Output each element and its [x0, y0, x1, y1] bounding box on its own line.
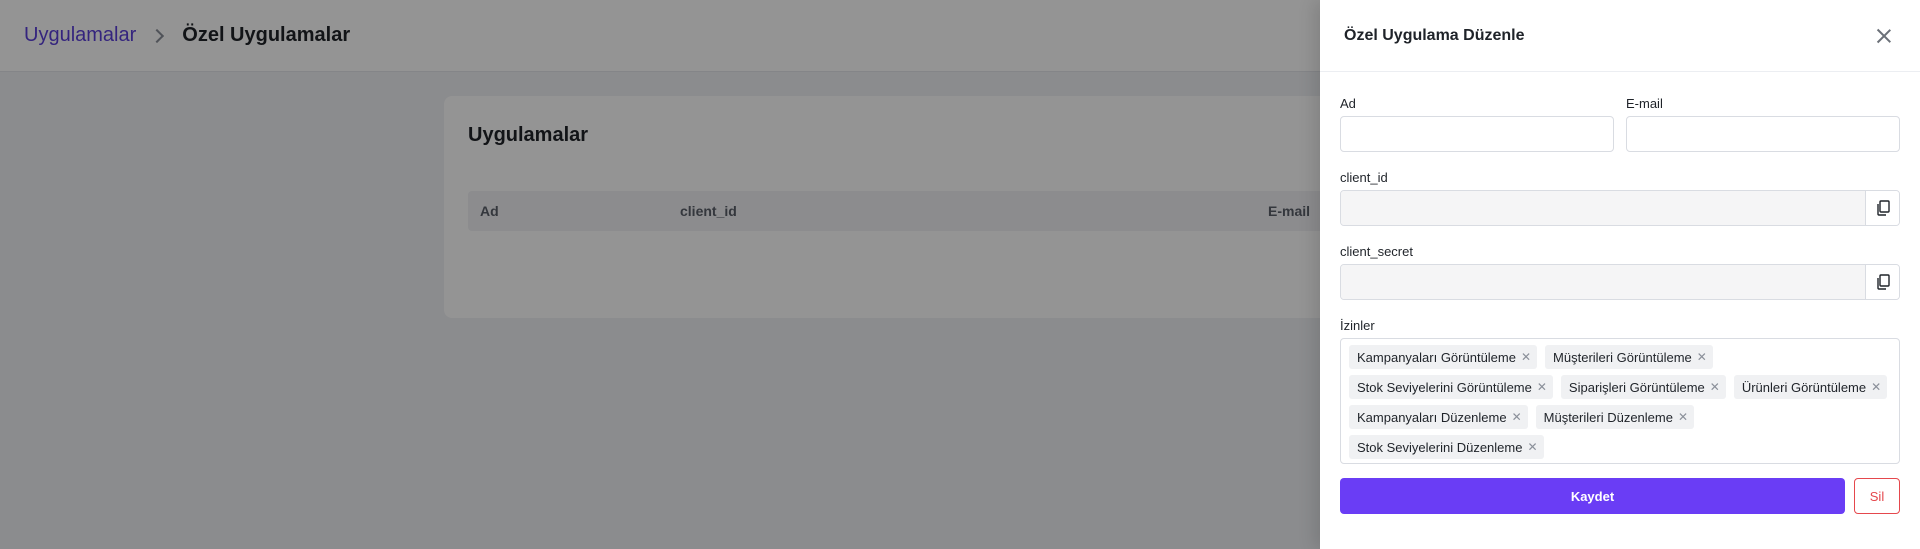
email-label: E-mail: [1626, 96, 1663, 111]
permission-tag-label: Müşterileri Düzenleme: [1543, 409, 1673, 425]
client-secret-input[interactable]: [1341, 265, 1865, 299]
copy-icon: [1876, 274, 1890, 290]
email-input[interactable]: [1626, 116, 1900, 152]
client-secret-field: [1340, 264, 1900, 300]
permission-tag-label: Müşterileri Görüntüleme: [1553, 349, 1692, 365]
copy-client-id-button[interactable]: [1865, 191, 1899, 225]
permission-tag: Kampanyaları Görüntüleme ✕: [1349, 345, 1538, 369]
permissions-group: İzinler Kampanyaları Görüntüleme ✕ Müşteri…: [1340, 318, 1900, 464]
client-id-label: client_id: [1340, 170, 1388, 185]
permissions-label: İzinler: [1340, 318, 1375, 333]
save-button[interactable]: Kaydet: [1340, 478, 1845, 514]
client-id-field: [1340, 190, 1900, 226]
remove-tag-icon[interactable]: ✕: [1521, 350, 1531, 364]
remove-tag-icon[interactable]: ✕: [1512, 410, 1522, 424]
delete-button[interactable]: Sil: [1854, 478, 1900, 514]
client-secret-group: client_secret: [1340, 244, 1900, 300]
copy-client-secret-button[interactable]: [1865, 265, 1899, 299]
client-id-group: client_id: [1340, 170, 1900, 226]
drawer-actions: Kaydet Sil: [1340, 478, 1900, 514]
remove-tag-icon[interactable]: ✕: [1678, 410, 1688, 424]
drawer-title: Özel Uygulama Düzenle: [1344, 26, 1525, 44]
remove-tag-icon[interactable]: ✕: [1527, 440, 1537, 454]
permission-tag-label: Ürünleri Görüntüleme: [1741, 379, 1867, 395]
copy-icon: [1876, 200, 1890, 216]
permission-tag: Müşterileri Görüntüleme ✕: [1545, 345, 1713, 369]
close-icon[interactable]: [1874, 26, 1894, 46]
client-secret-label: client_secret: [1340, 244, 1413, 259]
name-email-row: Ad E-mail: [1340, 96, 1900, 152]
edit-app-drawer: Özel Uygulama Düzenle Ad E-mail client_i…: [1320, 0, 1920, 549]
permission-tag-label: Stok Seviyelerini Düzenleme: [1357, 439, 1523, 455]
client-id-input[interactable]: [1341, 191, 1865, 225]
permission-tag: Ürünleri Görüntüleme ✕: [1733, 375, 1888, 399]
permission-tag: Müşterileri Düzenleme ✕: [1535, 405, 1695, 429]
permission-tag: Siparişleri Görüntüleme ✕: [1560, 375, 1726, 399]
permissions-multiselect[interactable]: Kampanyaları Görüntüleme ✕ Müşterileri Gör…: [1340, 338, 1900, 464]
permission-tag: Kampanyaları Düzenleme ✕: [1349, 405, 1528, 429]
name-input[interactable]: [1340, 116, 1614, 152]
permission-tag-label: Kampanyaları Düzenleme: [1357, 409, 1507, 425]
permission-tag: Stok Seviyelerini Düzenleme ✕: [1349, 435, 1544, 459]
permission-tag-label: Kampanyaları Görüntüleme: [1357, 349, 1516, 365]
email-field-group: E-mail: [1626, 96, 1900, 152]
remove-tag-icon[interactable]: ✕: [1710, 380, 1720, 394]
name-field-group: Ad: [1340, 96, 1614, 152]
remove-tag-icon[interactable]: ✕: [1871, 380, 1881, 394]
permission-tag: Stok Seviyelerini Görüntüleme ✕: [1349, 375, 1553, 399]
name-label: Ad: [1340, 96, 1356, 111]
remove-tag-icon[interactable]: ✕: [1537, 380, 1547, 394]
permission-tag-label: Siparişleri Görüntüleme: [1568, 379, 1705, 395]
permission-tag-label: Stok Seviyelerini Görüntüleme: [1357, 379, 1532, 395]
drawer-header: Özel Uygulama Düzenle: [1320, 0, 1920, 72]
remove-tag-icon[interactable]: ✕: [1697, 350, 1707, 364]
